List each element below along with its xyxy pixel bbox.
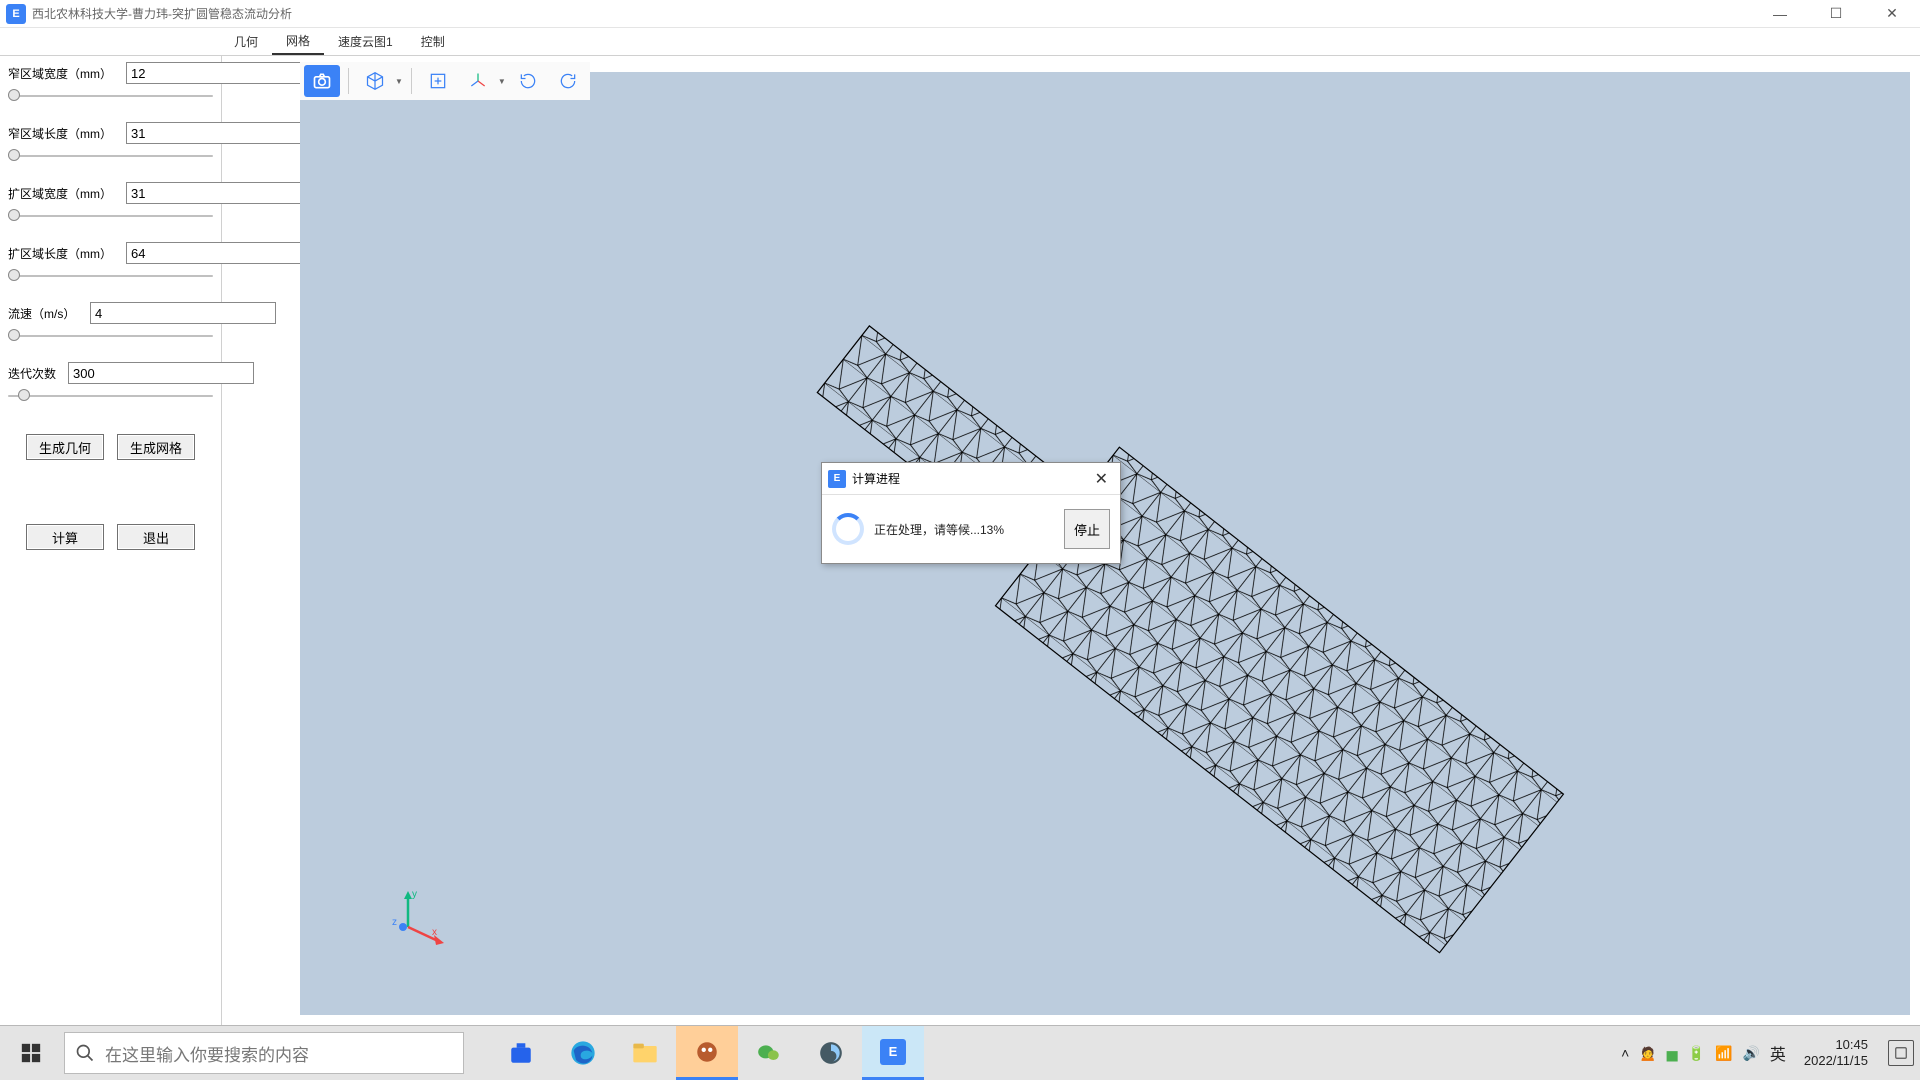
compute-button[interactable]: 计算 [26,524,104,550]
generate-button-row: 生成几何 生成网格 [8,434,213,460]
dialog-icon: E [828,470,846,488]
param-label: 扩区域长度（mm） [8,245,126,262]
window-controls: — ☐ ✕ [1752,0,1920,28]
tab-geometry[interactable]: 几何 [220,28,272,55]
taskbar-edge-icon[interactable] [552,1026,614,1080]
search-icon [75,1043,95,1063]
param-label: 扩区域宽度（mm） [8,185,126,202]
windows-taskbar: 在这里输入你要搜索的内容 E ˄ 🙍 ▅ 🔋 📶 🔊 英 [0,1025,1920,1080]
maximize-button[interactable]: ☐ [1808,0,1864,28]
taskbar-app-icon[interactable] [676,1026,738,1080]
minimize-button[interactable]: — [1752,0,1808,28]
param-velocity: 流速（m/s） [8,302,213,324]
param-iterations: 迭代次数 [8,362,213,384]
slider-velocity[interactable] [8,332,213,340]
tray-user-icon[interactable]: 🙍 [1639,1045,1656,1062]
param-label: 窄区域宽度（mm） [8,65,126,82]
param-label: 窄区域长度（mm） [8,125,126,142]
search-placeholder: 在这里输入你要搜索的内容 [105,1041,309,1066]
system-tray: ˄ 🙍 ▅ 🔋 📶 🔊 英 10:45 2022/11/15 [1621,1026,1920,1080]
param-narrow-width: 窄区域宽度（mm） [8,62,213,84]
tab-mesh[interactable]: 网格 [272,28,324,55]
dialog-message: 正在处理，请等候...13% [874,521,1054,538]
start-button[interactable] [0,1026,62,1080]
param-label: 迭代次数 [8,365,68,382]
tab-bar: 几何 网格 速度云图1 控制 [0,28,1920,56]
exit-button[interactable]: 退出 [117,524,195,550]
slider-narrow-length[interactable] [8,152,213,160]
spinner-icon [832,513,864,545]
action-button-row: 计算 退出 [8,524,213,550]
param-input-wide-width[interactable] [126,182,312,204]
tray-chevron-icon[interactable]: ˄ [1621,1045,1629,1061]
progress-dialog: E 计算进程 ✕ 正在处理，请等候...13% 停止 [821,462,1121,564]
dialog-titlebar: E 计算进程 ✕ [822,463,1120,495]
slider-wide-length[interactable] [8,272,213,280]
generate-mesh-button[interactable]: 生成网格 [117,434,195,460]
window-titlebar: E 西北农林科技大学-曹力玮-突扩圆管稳态流动分析 — ☐ ✕ [0,0,1920,28]
close-button[interactable]: ✕ [1864,0,1920,28]
dialog-body: 正在处理，请等候...13% 停止 [822,495,1120,563]
slider-narrow-width[interactable] [8,92,213,100]
triad-z-label: z [392,917,397,928]
taskbar-current-app-icon[interactable]: E [862,1026,924,1080]
tray-date: 2022/11/15 [1804,1053,1868,1069]
tray-clock[interactable]: 10:45 2022/11/15 [1804,1037,1868,1068]
taskbar-search[interactable]: 在这里输入你要搜索的内容 [64,1032,464,1074]
dialog-close-button[interactable]: ✕ [1089,469,1114,489]
stop-button[interactable]: 停止 [1064,509,1110,549]
tray-cloud-icon[interactable]: ▅ [1667,1045,1678,1062]
param-wide-length: 扩区域长度（mm） [8,242,213,264]
slider-wide-width[interactable] [8,212,213,220]
tray-ime[interactable]: 英 [1770,1041,1786,1065]
tab-velocity-contour[interactable]: 速度云图1 [324,28,407,55]
window-title: 西北农林科技大学-曹力玮-突扩圆管稳态流动分析 [32,5,292,22]
taskbar-store-icon[interactable] [490,1026,552,1080]
triad-y-label: y [412,889,417,900]
tray-time: 10:45 [1804,1037,1868,1053]
dialog-title: 计算进程 [852,470,900,487]
app-icon-letter: E [12,8,19,20]
generate-geometry-button[interactable]: 生成几何 [26,434,104,460]
taskbar-wechat-icon[interactable] [738,1026,800,1080]
param-narrow-length: 窄区域长度（mm） [8,122,213,144]
param-input-wide-length[interactable] [126,242,312,264]
param-input-iterations[interactable] [68,362,254,384]
notification-center-icon[interactable] [1888,1040,1914,1066]
triad-x-label: x [432,927,437,938]
slider-iterations[interactable] [8,392,213,400]
parameter-panel: 窄区域宽度（mm） 窄区域长度（mm） 扩区域宽度（mm） 扩区域长度（mm） … [0,56,222,1025]
tab-control[interactable]: 控制 [407,28,459,55]
param-input-narrow-length[interactable] [126,122,312,144]
param-label: 流速（m/s） [8,305,90,322]
param-wide-width: 扩区域宽度（mm） [8,182,213,204]
param-input-narrow-width[interactable] [126,62,312,84]
param-input-velocity[interactable] [90,302,276,324]
app-icon: E [6,4,26,24]
taskbar-explorer-icon[interactable] [614,1026,676,1080]
tray-volume-icon[interactable]: 🔊 [1742,1045,1759,1062]
tray-wifi-icon[interactable]: 📶 [1715,1045,1732,1062]
tray-battery-icon[interactable]: 🔋 [1688,1045,1705,1062]
taskbar-apps: E [490,1026,924,1080]
axis-triad: y x z [390,885,450,945]
taskbar-swirl-icon[interactable] [800,1026,862,1080]
